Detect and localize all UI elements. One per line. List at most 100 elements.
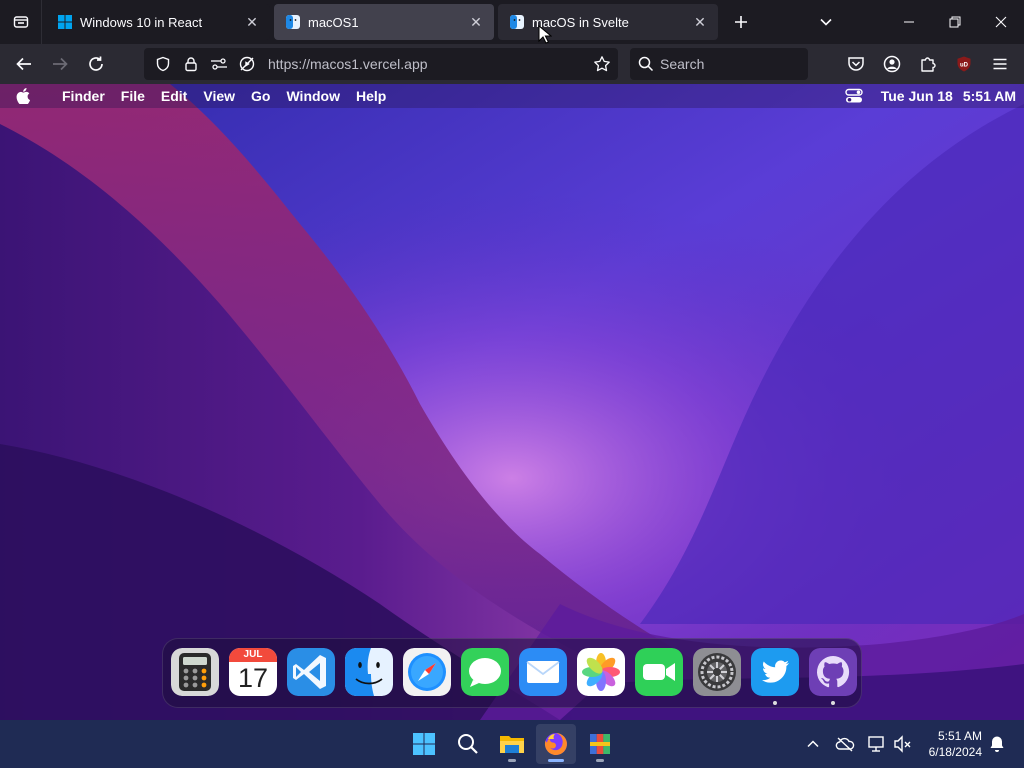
control-center-button[interactable] (845, 88, 863, 104)
mouse-cursor-icon (538, 25, 552, 44)
running-indicator (548, 759, 564, 762)
menu-finder[interactable]: Finder (62, 88, 105, 104)
start-button[interactable] (404, 724, 444, 764)
forward-button[interactable] (46, 50, 74, 78)
onedrive-offline-icon (835, 737, 855, 752)
finder-icon (345, 648, 393, 696)
taskbar-clock[interactable]: 5:51 AM 6/18/2024 (916, 728, 982, 760)
dock-calendar[interactable]: JUL 17 (229, 648, 277, 696)
onedrive-tray-button[interactable] (834, 732, 856, 756)
pocket-icon (848, 57, 864, 71)
menubar-time[interactable]: 5:51 AM (963, 88, 1016, 104)
puzzle-icon (921, 57, 936, 72)
autoplay-blocked-icon[interactable] (236, 53, 258, 75)
windows-taskbar: 5:51 AM 6/18/2024 (0, 720, 1024, 768)
svg-text:uD: uD (960, 63, 969, 69)
close-tab-icon[interactable]: ✕ (244, 14, 260, 30)
address-bar[interactable]: https://macos1.vercel.app (144, 48, 618, 80)
tab-windows-10-in-react[interactable]: Windows 10 in React ✕ (46, 4, 270, 40)
dock-messages[interactable] (461, 648, 509, 696)
menu-window[interactable]: Window (286, 88, 340, 104)
search-placeholder: Search (660, 56, 705, 72)
arrow-left-icon (16, 57, 31, 71)
folder-icon (500, 736, 524, 753)
apple-menu-button[interactable] (16, 88, 40, 104)
safari-icon (403, 648, 451, 696)
firefox-view-icon (13, 16, 28, 28)
gear-icon (693, 648, 741, 696)
menu-file[interactable]: File (121, 88, 145, 104)
tab-title: macOS in Svelte (532, 14, 629, 30)
macos-menubar: Finder File Edit View Go Window Help Tue… (0, 84, 1024, 108)
account-icon (883, 55, 901, 73)
firefox-view-button[interactable] (0, 0, 42, 44)
ublock-origin-button[interactable]: uD (952, 52, 976, 76)
firefox-icon (544, 733, 567, 755)
menu-go[interactable]: Go (251, 88, 270, 104)
dock-twitter[interactable] (751, 648, 799, 696)
ublock-origin-icon: uD (957, 56, 971, 72)
search-input[interactable]: Search (630, 48, 808, 80)
menu-view[interactable]: View (203, 88, 235, 104)
menu-edit[interactable]: Edit (161, 88, 187, 104)
back-button[interactable] (10, 50, 38, 78)
close-tab-icon[interactable]: ✕ (468, 14, 484, 30)
vscode-icon (287, 648, 335, 696)
mail-icon (519, 648, 567, 696)
github-icon (809, 648, 857, 696)
dock-github[interactable] (809, 648, 857, 696)
running-indicator (596, 759, 604, 762)
menubar-date[interactable]: Tue Jun 18 (881, 88, 953, 104)
reload-icon (89, 56, 103, 71)
minimize-button[interactable] (886, 0, 932, 44)
reload-button[interactable] (82, 50, 110, 78)
account-button[interactable] (880, 52, 904, 76)
app-menu-button[interactable] (988, 52, 1012, 76)
hamburger-menu-icon (993, 58, 1007, 70)
dock-mail[interactable] (519, 648, 567, 696)
taskbar-firefox[interactable] (536, 724, 576, 764)
tracking-protection-shield-icon[interactable] (152, 53, 174, 75)
new-tab-button[interactable] (726, 7, 756, 37)
browser-navbar: https://macos1.vercel.app Search uD (0, 44, 1024, 84)
calendar-day: 17 (237, 663, 269, 693)
dock-calculator[interactable] (171, 648, 219, 696)
restore-button[interactable] (932, 0, 978, 44)
calendar-month: JUL (243, 649, 263, 660)
pocket-button[interactable] (844, 52, 868, 76)
permissions-icon[interactable] (208, 53, 230, 75)
winrar-icon (590, 734, 610, 754)
dock-photos[interactable] (577, 648, 625, 696)
close-window-button[interactable] (978, 0, 1024, 44)
tab-title: macOS1 (308, 14, 359, 30)
network-tray-button[interactable] (866, 732, 888, 756)
facetime-icon (635, 648, 683, 696)
dock-facetime[interactable] (635, 648, 683, 696)
taskbar-date: 6/18/2024 (928, 745, 982, 759)
tab-macos-in-svelte[interactable]: macOS in Svelte ✕ (498, 4, 718, 40)
taskbar-winrar[interactable] (580, 724, 620, 764)
url-text[interactable]: https://macos1.vercel.app (268, 56, 588, 72)
tab-macos1[interactable]: macOS1 ✕ (274, 4, 494, 40)
chevron-up-icon (807, 740, 819, 748)
list-all-tabs-button[interactable] (812, 8, 840, 36)
messages-icon (461, 648, 509, 696)
menubar-status-area: Tue Jun 18 5:51 AM (845, 84, 1016, 108)
lock-icon[interactable] (180, 53, 202, 75)
notifications-button[interactable] (986, 732, 1008, 756)
search-icon (638, 56, 654, 72)
taskbar-search-button[interactable] (448, 724, 488, 764)
dock-system-preferences[interactable] (693, 648, 741, 696)
close-tab-icon[interactable]: ✕ (692, 14, 708, 30)
bookmark-star-icon[interactable] (588, 50, 616, 78)
volume-tray-button[interactable] (892, 732, 914, 756)
menu-help[interactable]: Help (356, 88, 386, 104)
dock-safari[interactable] (403, 648, 451, 696)
dock-vscode[interactable] (287, 648, 335, 696)
show-hidden-icons-button[interactable] (802, 732, 824, 756)
dock-finder[interactable] (345, 648, 393, 696)
windows-start-icon (413, 733, 435, 755)
extensions-button[interactable] (916, 52, 940, 76)
running-indicator-github (831, 701, 835, 705)
taskbar-file-explorer[interactable] (492, 724, 532, 764)
